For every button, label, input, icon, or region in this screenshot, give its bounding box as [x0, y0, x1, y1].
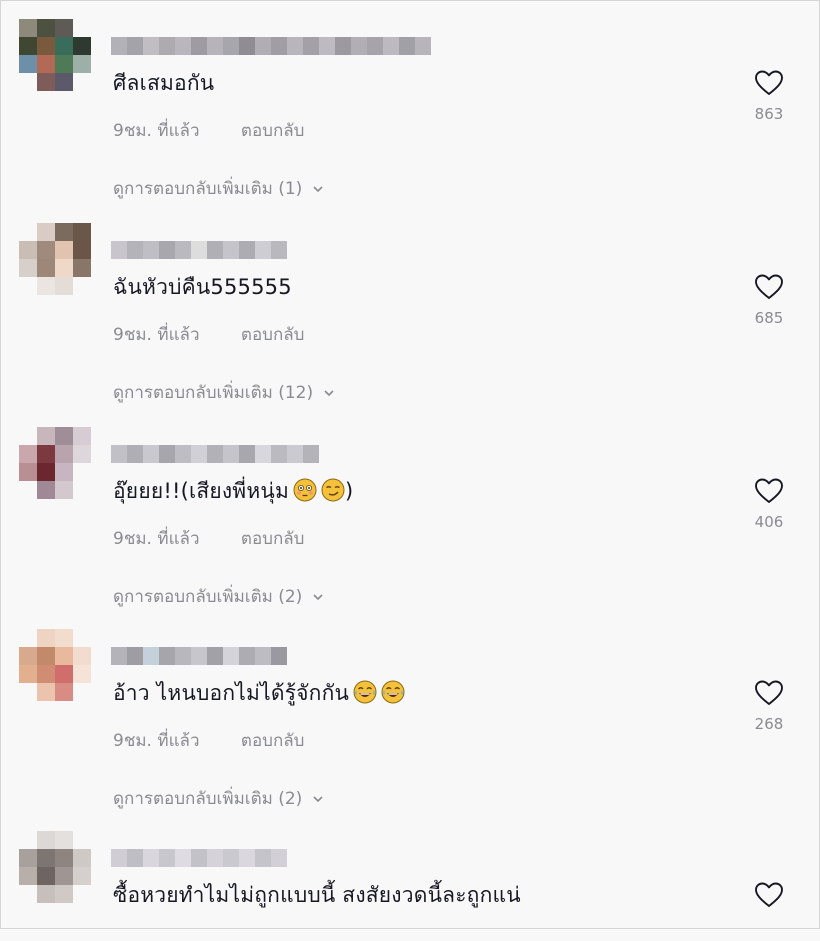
comment-text: อ้าว ไหนบอกไม่ได้รู้จักกัน [113, 677, 405, 710]
username[interactable] [111, 37, 431, 55]
username[interactable] [111, 647, 287, 665]
heart-outline-icon[interactable] [754, 273, 784, 301]
reply-button[interactable]: ตอบกลับ [241, 731, 305, 751]
comment-text: อุ๊ยยย!!(เสียงพี่หนุ่ม) [113, 475, 353, 508]
comment-item: อ้าว ไหนบอกไม่ได้รู้จักกัน 9ชม. ที่แล้ว … [1, 629, 819, 829]
reply-button[interactable]: ตอบกลับ [241, 325, 305, 345]
reply-button[interactable]: ตอบกลับ [241, 121, 305, 141]
tears-of-joy-emoji [381, 680, 405, 704]
view-more-replies-label: ดูการตอบกลับเพิ่มเติม (1) [113, 179, 303, 199]
chevron-down-icon [313, 593, 323, 600]
like-area: 685 [749, 273, 789, 327]
view-more-replies-label: ดูการตอบกลับเพิ่มเติม (2) [113, 789, 303, 809]
heart-outline-icon[interactable] [754, 69, 784, 97]
chevron-down-icon [313, 185, 323, 192]
comment-text-tail: ) [345, 479, 354, 503]
smirking-face-emoji [321, 478, 345, 502]
comment-meta: 9ชม. ที่แล้ว ตอบกลับ [113, 727, 304, 754]
view-more-replies-button[interactable]: ดูการตอบกลับเพิ่มเติม (1) [113, 175, 324, 202]
comment-item: อุ๊ยยย!!(เสียงพี่หนุ่ม) 9ชม. ที่แล้ว ตอบ… [1, 427, 819, 627]
like-count: 406 [754, 513, 784, 531]
comment-item: ฉันหัวบ่คืน555555 9ชม. ที่แล้ว ตอบกลับ ด… [1, 223, 819, 423]
avatar[interactable] [19, 427, 91, 499]
comment-text: ศีลเสมอกัน [113, 71, 215, 95]
comment-time: 9ชม. ที่แล้ว [113, 731, 200, 751]
comment-time: 9ชม. ที่แล้ว [113, 529, 200, 549]
like-area: 863 [749, 69, 789, 123]
view-more-replies-button[interactable]: ดูการตอบกลับเพิ่มเติม (2) [113, 785, 324, 812]
heart-outline-icon[interactable] [754, 881, 784, 909]
comment-text: ฉันหัวบ่คืน555555 [113, 275, 292, 299]
chevron-down-icon [313, 795, 323, 802]
view-more-replies-label: ดูการตอบกลับเพิ่มเติม (12) [113, 383, 314, 403]
comment-meta: 9ชม. ที่แล้ว ตอบกลับ [113, 525, 304, 552]
view-more-replies-button[interactable]: ดูการตอบกลับเพิ่มเติม (12) [113, 379, 335, 406]
username[interactable] [111, 849, 287, 867]
like-area: 268 [749, 679, 789, 733]
reply-button[interactable]: ตอบกลับ [241, 529, 305, 549]
heart-outline-icon[interactable] [754, 679, 784, 707]
avatar[interactable] [19, 19, 91, 91]
comment-meta: 9ชม. ที่แล้ว ตอบกลับ [113, 117, 304, 144]
flushed-face-emoji [293, 478, 317, 502]
chevron-down-icon [324, 389, 334, 396]
comment-text-main: อ้าว ไหนบอกไม่ได้รู้จักกัน [113, 681, 350, 705]
avatar[interactable] [19, 629, 91, 701]
like-area [749, 881, 789, 909]
like-count: 863 [754, 105, 784, 123]
view-more-replies-label: ดูการตอบกลับเพิ่มเติม (2) [113, 587, 303, 607]
like-count: 268 [754, 715, 784, 733]
comment-time: 9ชม. ที่แล้ว [113, 325, 200, 345]
comment-item: ศีลเสมอกัน 9ชม. ที่แล้ว ตอบกลับ ดูการตอบ… [1, 19, 819, 219]
avatar[interactable] [19, 831, 91, 903]
comment-time: 9ชม. ที่แล้ว [113, 121, 200, 141]
like-area: 406 [749, 477, 789, 531]
avatar[interactable] [19, 223, 91, 295]
comment-meta: 9ชม. ที่แล้ว ตอบกลับ [113, 321, 304, 348]
tears-of-joy-emoji [353, 680, 377, 704]
comment-text-main: อุ๊ยยย!!(เสียงพี่หนุ่ม [113, 479, 289, 503]
comment-list: ศีลเสมอกัน 9ชม. ที่แล้ว ตอบกลับ ดูการตอบ… [0, 0, 820, 929]
heart-outline-icon[interactable] [754, 477, 784, 505]
username[interactable] [111, 445, 319, 463]
view-more-replies-button[interactable]: ดูการตอบกลับเพิ่มเติม (2) [113, 583, 324, 610]
comment-text: ซื้อหวยทำไมไม่ถูกแบบนี้ สงสัยงวดนี้ละถูก… [113, 883, 521, 907]
comment-item: ซื้อหวยทำไมไม่ถูกแบบนี้ สงสัยงวดนี้ละถูก… [1, 831, 819, 928]
username[interactable] [111, 241, 287, 259]
like-count: 685 [754, 309, 784, 327]
